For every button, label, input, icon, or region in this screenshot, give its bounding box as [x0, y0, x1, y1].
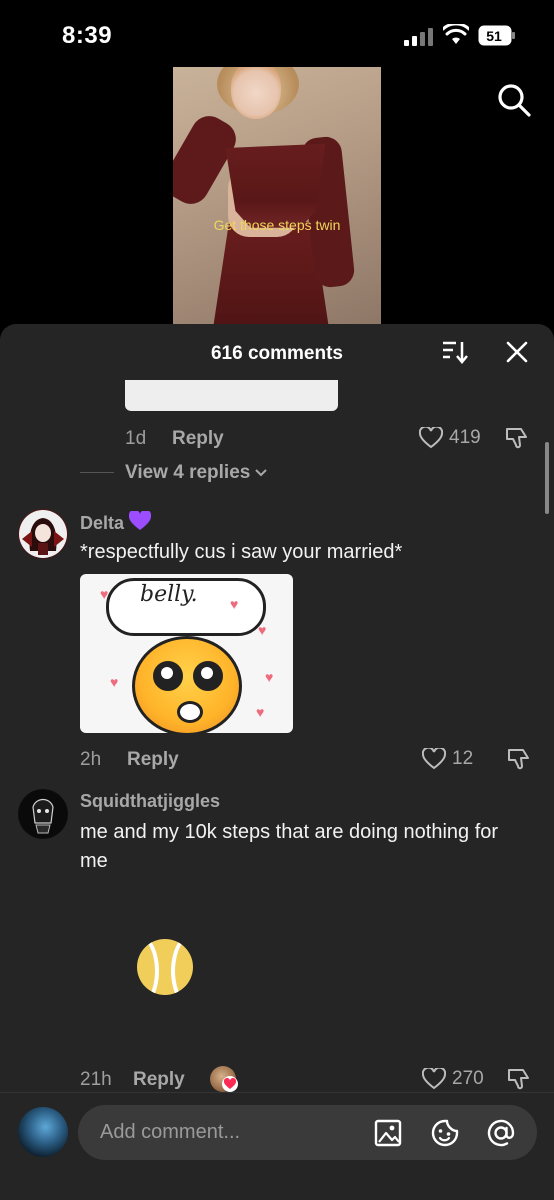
scrollbar[interactable] [545, 442, 549, 514]
comment-text: me and my 10k steps that are doing nothi… [80, 821, 499, 872]
my-avatar[interactable] [18, 1107, 68, 1157]
comment-age: 2h [80, 749, 102, 770]
like-button[interactable]: 419 [419, 427, 481, 449]
comment-input-pill [78, 1105, 537, 1160]
view-replies-label: View 4 replies [125, 462, 251, 483]
battery-icon: 51 [478, 25, 516, 46]
heart-icon [422, 748, 446, 770]
video-caption: Get those steps twin [213, 217, 341, 233]
reply-button[interactable]: Reply [127, 749, 179, 771]
reply-button[interactable]: Reply [133, 1069, 185, 1091]
creator-like-heart-icon [222, 1076, 238, 1092]
eye-right [193, 661, 223, 691]
tennis-ball-sticker-icon[interactable] [137, 939, 193, 995]
avatar[interactable] [18, 789, 68, 839]
comment-age: 21h [80, 1069, 112, 1090]
mention-icon[interactable] [486, 1118, 516, 1148]
status-time: 8:39 [62, 22, 113, 49]
heart-icon: ♥ [265, 669, 274, 685]
comments-count-title: 616 comments [210, 343, 343, 364]
comment-input[interactable] [100, 1105, 350, 1160]
heart-icon: ♥ [258, 622, 267, 638]
cellular-signal-icon [404, 28, 433, 46]
heart-icon: ♥ [256, 704, 265, 720]
comment-composer [0, 1092, 554, 1200]
sticker-text: belly. [140, 582, 198, 607]
heart-icon: ♥ [110, 674, 119, 690]
like-button[interactable]: 270 [422, 1068, 484, 1090]
comment-sticker[interactable]: belly. ♥ ♥ ♥ ♥ ♥ ♥ [80, 574, 293, 733]
status-bar: 8:39 51 [0, 0, 554, 70]
username[interactable]: Squidthatjiggles [80, 791, 220, 812]
divider [80, 472, 114, 473]
battery-level: 51 [486, 28, 502, 44]
dislike-icon[interactable] [506, 746, 532, 772]
wifi-icon [443, 24, 469, 44]
like-count: 12 [452, 748, 474, 769]
heart-icon [422, 1068, 446, 1090]
previous-comment-image[interactable] [125, 380, 338, 411]
dislike-icon[interactable] [506, 1066, 532, 1092]
sort-icon[interactable] [442, 340, 468, 364]
video-preview[interactable]: Get those steps twin [173, 67, 381, 325]
search-icon[interactable] [496, 82, 532, 118]
dislike-icon[interactable] [504, 425, 530, 451]
close-icon[interactable] [506, 341, 528, 363]
like-count: 419 [449, 427, 481, 448]
pleading-face-icon [132, 636, 242, 733]
image-icon[interactable] [373, 1118, 403, 1148]
emoji-icon[interactable] [430, 1118, 460, 1148]
heart-icon: ♥ [100, 586, 109, 602]
chevron-down-icon [255, 469, 268, 477]
comment-age: 1d [125, 428, 147, 449]
eye-left [153, 661, 183, 691]
avatar-illustration [19, 790, 67, 838]
like-button[interactable]: 12 [422, 748, 473, 770]
avatar-illustration [19, 510, 67, 558]
purple-heart-icon [128, 509, 152, 530]
view-replies-button[interactable]: View 4 replies [125, 462, 268, 484]
heart-icon [419, 427, 443, 449]
comments-sheet: 616 comments 1d Reply 419 View 4 replies [0, 324, 554, 1200]
like-count: 270 [452, 1068, 484, 1089]
video-figure-head [231, 67, 281, 119]
mouth [177, 701, 203, 723]
username[interactable]: Delta [80, 513, 124, 533]
reply-button[interactable]: Reply [172, 428, 224, 450]
username-row: Delta [80, 509, 152, 534]
heart-icon: ♥ [230, 596, 239, 612]
comment-text: *respectfully cus i saw your married* [80, 541, 403, 563]
avatar[interactable] [18, 509, 68, 559]
